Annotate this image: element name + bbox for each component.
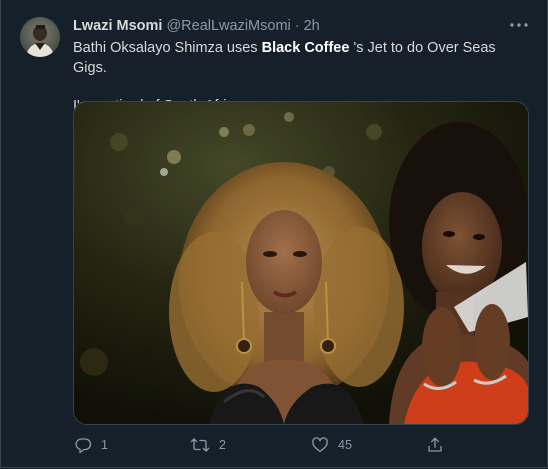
tweet-header: Lwazi Msomi @RealLwaziMsomi · 2h [73,16,320,36]
retweet-count: 2 [219,438,226,452]
more-dots-icon[interactable] [508,16,530,34]
tweet-text-before: Bathi Oksalayo Shimza uses [73,40,262,56]
like-button[interactable]: 45 [311,433,352,457]
reply-icon [74,436,92,454]
author-handle[interactable]: @RealLwaziMsomi [166,18,290,34]
heart-icon [311,436,329,454]
reply-button[interactable]: 1 [74,433,108,457]
avatar[interactable] [20,17,60,57]
tweet-timestamp[interactable]: 2h [304,18,320,34]
retweet-button[interactable]: 2 [190,433,226,457]
author-display-name[interactable]: Lwazi Msomi [73,18,162,34]
share-icon [426,436,444,454]
share-button[interactable] [426,433,444,457]
tweet-media-photo[interactable] [73,101,529,425]
separator-dot: · [294,18,300,34]
retweet-icon [190,436,210,454]
tweet-actions: 1 2 45 [66,433,466,457]
tweet-text-bold: Black Coffee [261,40,350,56]
like-count: 45 [338,438,352,452]
reply-count: 1 [101,438,108,452]
tweet-text-line-1: Bathi Oksalayo Shimza uses Black Coffee … [73,38,533,78]
